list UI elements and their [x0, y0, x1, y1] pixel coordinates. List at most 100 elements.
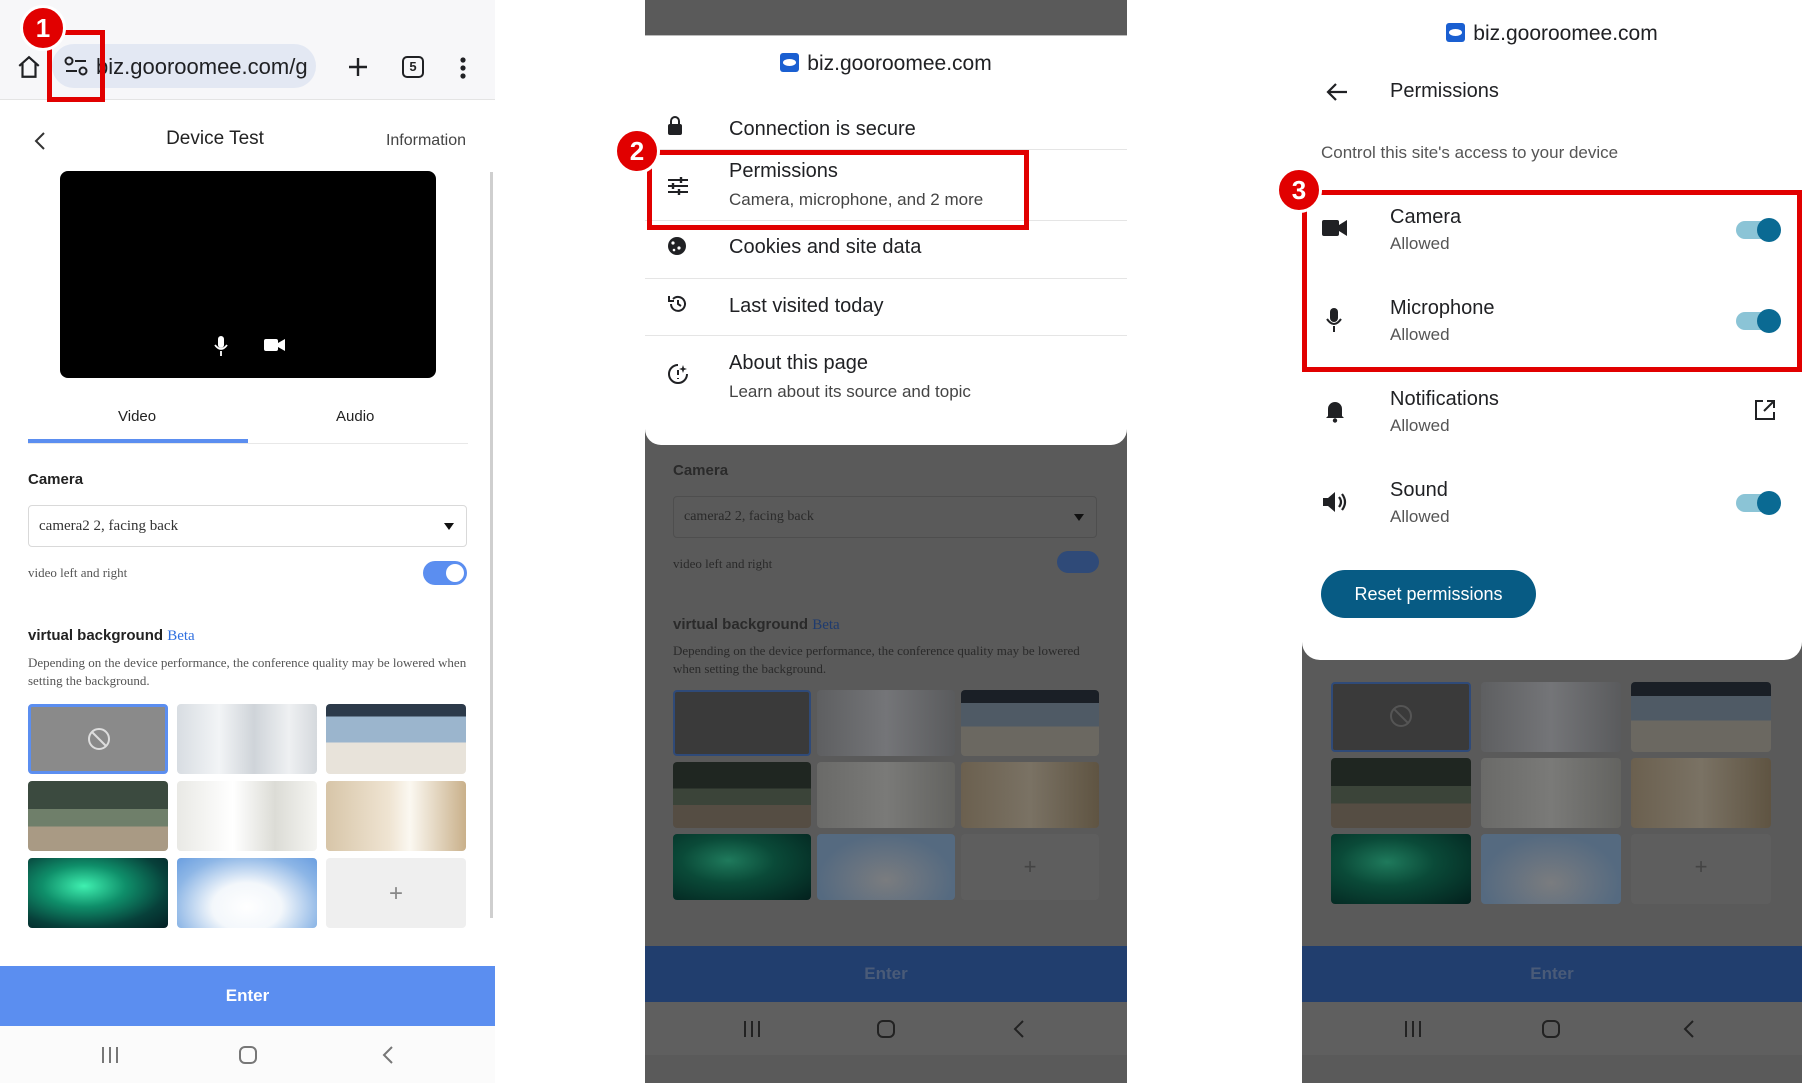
new-tab-icon[interactable] [346, 55, 370, 79]
back-icon[interactable] [33, 131, 47, 151]
dim-thumb-none [673, 690, 811, 756]
menu-item-connection[interactable]: Connection is secure [645, 106, 1127, 150]
history-icon [667, 293, 689, 315]
scrollbar[interactable] [490, 172, 493, 918]
dim-thumb-white [817, 762, 955, 828]
permissions-subtitle: Control this site's access to your devic… [1321, 143, 1619, 162]
home-nav-icon[interactable] [238, 1045, 258, 1065]
dim-thumb-none [1331, 682, 1471, 752]
lock-icon [667, 116, 683, 136]
dim-thumb-aurora [1331, 834, 1471, 904]
background-sky[interactable] [177, 858, 317, 928]
mirror-label: video left and right [28, 565, 128, 580]
camera-select-value: camera2 2, facing back [39, 518, 179, 534]
video-preview [60, 171, 436, 378]
dim-system-nav-bar [1302, 1002, 1802, 1055]
bell-icon [1324, 399, 1346, 423]
home-nav-icon[interactable] [876, 1019, 896, 1039]
open-external-icon[interactable] [1754, 399, 1776, 421]
microphone-icon[interactable] [214, 335, 228, 357]
menu-item-about-page[interactable]: About this page Learn about its source a… [645, 336, 1127, 412]
sound-toggle[interactable] [1736, 491, 1781, 515]
dim-thumb-blur [1481, 682, 1621, 752]
permissions-title: Permissions [1390, 80, 1499, 102]
background-shelf-room[interactable] [326, 781, 466, 851]
back-arrow-icon[interactable] [1326, 82, 1348, 102]
background-aurora[interactable] [28, 858, 168, 928]
background-white-room[interactable] [177, 781, 317, 851]
page-info-sheet: biz.gooroomee.com Connection is secure P… [645, 35, 1127, 445]
recent-apps-icon[interactable] [101, 1047, 119, 1063]
active-tab-indicator [28, 439, 248, 443]
tab-audio[interactable]: Audio [336, 408, 374, 425]
site-domain: biz.gooroomee.com [1302, 22, 1802, 46]
media-tabs: Video Audio [28, 396, 468, 444]
camera-label: Camera [28, 471, 84, 488]
dim-vb-description: Depending on the device performance, the… [673, 643, 1080, 676]
site-favicon-icon [1446, 23, 1466, 42]
tab-count-button[interactable]: 5 [402, 56, 424, 78]
speaker-icon [1322, 491, 1348, 513]
video-camera-icon[interactable] [264, 338, 286, 352]
permission-row-sound: Sound Allowed [1302, 469, 1802, 543]
block-icon [1389, 704, 1413, 728]
dim-thumb-kitchen [673, 762, 811, 828]
cookie-icon [667, 236, 687, 256]
home-icon[interactable] [16, 54, 42, 80]
dropdown-arrow-icon [444, 523, 454, 530]
dim-thumb-kitchen [1331, 758, 1471, 828]
dim-thumb-sky [1481, 834, 1621, 904]
dim-thumb-shelf [1631, 758, 1771, 828]
back-nav-icon[interactable] [1683, 1019, 1695, 1039]
device-test-screen: biz.gooroomee.com/g 5 Device Test Inform… [0, 0, 495, 1083]
about-page-icon [667, 363, 689, 385]
enter-button[interactable]: Enter [0, 966, 495, 1026]
callout-badge-2: 2 [614, 128, 660, 174]
dim-mirror-label: video left and right [673, 556, 773, 571]
dim-system-nav-bar [645, 1002, 1127, 1055]
back-nav-icon[interactable] [1013, 1019, 1025, 1039]
back-nav-icon[interactable] [382, 1045, 394, 1065]
background-blur[interactable] [177, 704, 317, 774]
dim-enter-button: Enter [645, 946, 1127, 1002]
plus-icon: + [388, 880, 403, 907]
background-none[interactable] [28, 704, 168, 774]
dim-thumb-aurora [673, 834, 811, 900]
dim-camera-label: Camera [673, 462, 729, 479]
home-nav-icon[interactable] [1541, 1019, 1561, 1039]
more-menu-icon[interactable] [459, 56, 467, 80]
url-text: biz.gooroomee.com/g [96, 54, 308, 79]
tab-video[interactable]: Video [118, 408, 156, 425]
information-link[interactable]: Information [386, 132, 466, 150]
dim-thumb-sky [817, 834, 955, 900]
reset-permissions-button[interactable]: Reset permissions [1321, 570, 1536, 618]
background-kitchen[interactable] [28, 781, 168, 851]
menu-item-history[interactable]: Last visited today [645, 279, 1127, 329]
callout-highlight-2 [647, 150, 1029, 230]
virtual-background-description: Depending on the device performance, the… [28, 655, 467, 688]
callout-badge-3: 3 [1276, 167, 1322, 213]
recent-apps-icon[interactable] [743, 1021, 761, 1037]
recent-apps-icon[interactable] [1404, 1021, 1422, 1037]
site-favicon-icon [780, 53, 800, 72]
dim-thumb-shelf [961, 762, 1099, 828]
dim-thumb-add: + [961, 834, 1099, 900]
dim-vb-title: virtual background Beta [673, 616, 840, 633]
block-icon [87, 727, 111, 751]
permissions-screen: + Enter biz.gooroomee.com Permissions Co… [1302, 0, 1802, 1083]
virtual-background-title: virtual background Beta [28, 627, 195, 644]
permission-row-notifications: Notifications Allowed [1302, 378, 1802, 452]
background-living-room[interactable] [326, 704, 466, 774]
dim-thumb-room [1631, 682, 1771, 752]
dim-mirror-toggle [1057, 551, 1099, 573]
dim-thumb-white [1481, 758, 1621, 828]
site-domain: biz.gooroomee.com [645, 52, 1127, 76]
beta-badge: Beta [167, 628, 195, 644]
mirror-toggle[interactable] [423, 561, 467, 585]
camera-select[interactable]: camera2 2, facing back [28, 505, 467, 547]
add-background-button[interactable]: + [326, 858, 466, 928]
dim-camera-select: camera2 2, facing back [673, 496, 1097, 538]
dim-thumb-blur [817, 690, 955, 756]
dim-thumb-room [961, 690, 1099, 756]
page-title: Device Test [166, 128, 264, 149]
